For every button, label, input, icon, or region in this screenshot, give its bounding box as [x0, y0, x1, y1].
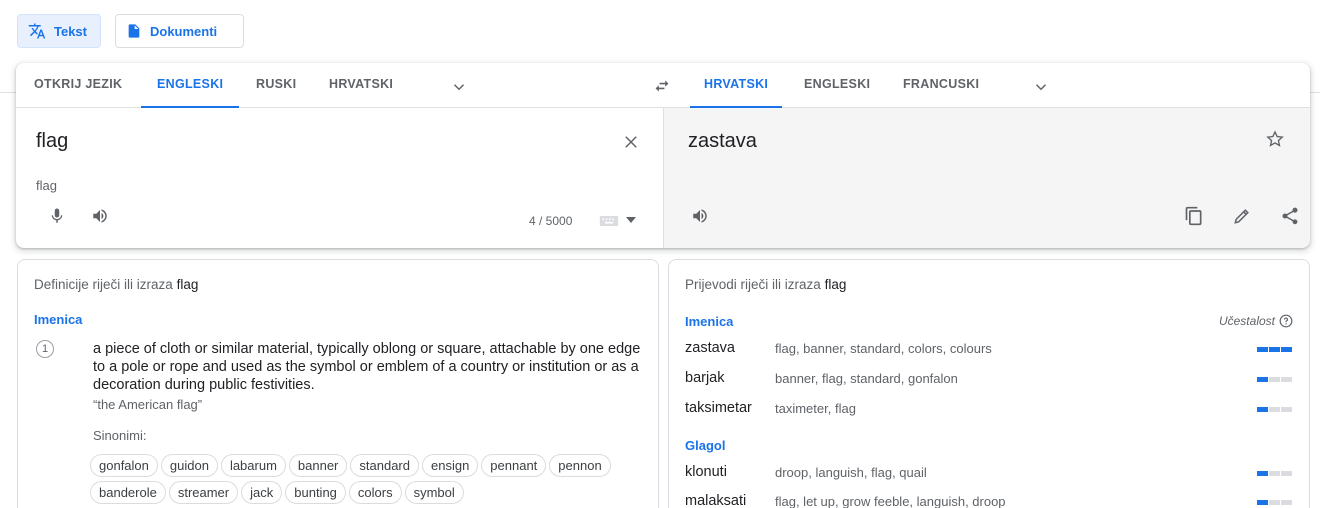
tab-detect-language[interactable]: OTKRIJ JEZIK	[34, 63, 122, 108]
help-icon[interactable]	[1279, 314, 1293, 328]
translation-word: malaksati	[685, 493, 747, 508]
translation-word: barjak	[685, 370, 725, 386]
synonym-chip[interactable]: pennant	[481, 454, 547, 477]
edit-pencil-icon[interactable]	[1232, 206, 1252, 226]
source-panel: flag flag 4 / 5000	[16, 108, 663, 248]
synonym-chip[interactable]: standard	[350, 454, 419, 477]
synonym-chip[interactable]: pennon	[549, 454, 611, 477]
definition-number: 1	[36, 340, 54, 358]
back-translations: droop, languish, flag, quail	[775, 465, 927, 480]
translation-word: klonuti	[685, 464, 727, 480]
translation-word: taksimetar	[685, 400, 752, 416]
target-speaker-icon[interactable]	[690, 207, 710, 225]
translation-card: OTKRIJ JEZIK ENGLESKI RUSKI HRVATSKI HRV…	[16, 63, 1310, 248]
frequency-bars	[1257, 407, 1292, 412]
synonym-chip[interactable]: jack	[241, 481, 283, 504]
back-translations: taximeter, flag	[775, 401, 856, 416]
translations-panel: Prijevodi riječi ili izraza flag Učestal…	[668, 259, 1310, 508]
translation-row[interactable]: taksimetar taximeter, flag	[685, 398, 1295, 420]
translate-icon	[28, 23, 46, 39]
translation-word: zastava	[685, 340, 735, 356]
synonym-chip[interactable]: bunting	[285, 481, 346, 504]
tab-target-croatian[interactable]: HRVATSKI	[690, 63, 783, 108]
translations-title-prefix: Prijevodi riječi ili izraza	[685, 277, 821, 292]
definition-example: “the American flag”	[93, 397, 203, 412]
source-transliteration: flag	[36, 178, 57, 193]
frequency-bars	[1257, 500, 1292, 505]
document-icon	[128, 24, 140, 38]
tab-target-french[interactable]: FRANCUSKI	[903, 63, 979, 108]
synonym-chip[interactable]: banderole	[90, 481, 166, 504]
synonym-chip[interactable]: guidon	[160, 454, 218, 477]
translation-row[interactable]: zastava flag, banner, standard, colors, …	[685, 338, 1295, 360]
synonyms-label: Sinonimi:	[93, 428, 147, 443]
target-panel: zastava	[663, 108, 1310, 248]
translation-row[interactable]: klonuti droop, languish, flag, quail	[685, 462, 1295, 484]
synonym-chips: gonfalon guidon labarum banner standard …	[90, 454, 630, 504]
frequency-label: Učestalost	[1218, 314, 1275, 328]
translation-output: zastava	[688, 130, 757, 152]
synonym-chip[interactable]: gonfalon	[90, 454, 158, 477]
clear-source-icon[interactable]	[622, 133, 640, 151]
swap-languages-icon[interactable]	[652, 78, 672, 94]
source-speaker-icon[interactable]	[90, 207, 110, 225]
frequency-header: Učestalost	[1219, 314, 1293, 328]
text-mode-button[interactable]: Tekst	[17, 14, 101, 48]
translations-title: Prijevodi riječi ili izraza flag	[685, 277, 846, 292]
tab-source-english[interactable]: ENGLESKI	[141, 63, 240, 108]
text-mode-label: Tekst	[54, 23, 87, 39]
tab-source-croatian[interactable]: HRVATSKI	[329, 63, 393, 108]
definitions-title-prefix: Definicije riječi ili izraza	[34, 277, 173, 292]
keyboard-icon[interactable]	[599, 214, 619, 228]
frequency-bars	[1257, 377, 1292, 382]
translation-row[interactable]: barjak banner, flag, standard, gonfalon	[685, 368, 1295, 390]
tab-source-russian[interactable]: RUSKI	[256, 63, 296, 108]
translations-pos-verb: Glagol	[685, 438, 726, 453]
back-translations: flag, banner, standard, colors, colours	[775, 341, 992, 356]
synonym-chip[interactable]: labarum	[220, 454, 286, 477]
documents-mode-button[interactable]: Dokumenti	[115, 14, 244, 48]
synonym-chip[interactable]: ensign	[421, 454, 479, 477]
character-counter: 4 / 5000	[529, 214, 573, 228]
translations-term: flag	[824, 277, 847, 292]
synonym-chip[interactable]: colors	[348, 481, 402, 504]
back-translations: flag, let up, grow feeble, languish, dro…	[775, 494, 1006, 508]
microphone-icon[interactable]	[48, 206, 66, 226]
translation-row[interactable]: malaksati flag, let up, grow feeble, lan…	[685, 491, 1295, 508]
frequency-bars	[1257, 471, 1292, 476]
share-icon[interactable]	[1280, 206, 1300, 226]
tab-target-english[interactable]: ENGLESKI	[804, 63, 870, 108]
documents-mode-label: Dokumenti	[150, 23, 218, 39]
synonym-chip[interactable]: streamer	[168, 481, 239, 504]
synonym-chip[interactable]: symbol	[404, 481, 464, 504]
save-star-icon[interactable]	[1265, 129, 1285, 149]
keyboard-menu-chevron-icon[interactable]	[626, 216, 636, 224]
definitions-term: flag	[176, 277, 199, 292]
target-more-languages-icon[interactable]	[1032, 78, 1050, 96]
back-translations: banner, flag, standard, gonfalon	[775, 371, 958, 386]
translations-pos-noun: Imenica	[685, 314, 734, 329]
copy-icon[interactable]	[1184, 205, 1204, 227]
synonym-chip[interactable]: banner	[288, 454, 348, 477]
language-bar: OTKRIJ JEZIK ENGLESKI RUSKI HRVATSKI HRV…	[16, 63, 1310, 108]
definitions-panel: Definicije riječi ili izraza flag Imenic…	[17, 259, 659, 508]
definitions-part-of-speech: Imenica	[34, 312, 83, 327]
definition-text: a piece of cloth or similar material, ty…	[93, 341, 641, 393]
frequency-bars	[1257, 347, 1292, 352]
definitions-title: Definicije riječi ili izraza flag	[34, 277, 198, 292]
source-more-languages-icon[interactable]	[450, 78, 468, 96]
source-text-input[interactable]: flag	[36, 130, 68, 153]
